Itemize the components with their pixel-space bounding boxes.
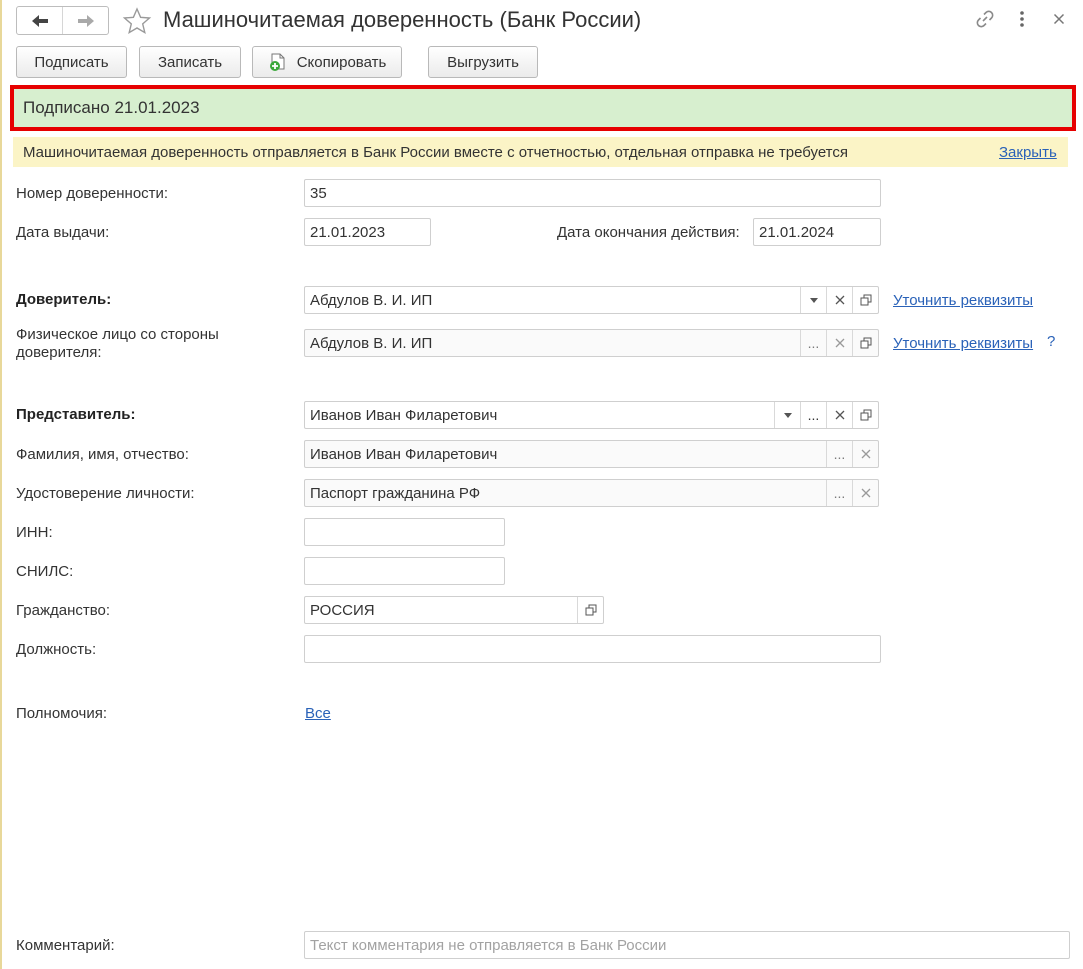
clear-icon	[861, 449, 870, 459]
export-button[interactable]: Выгрузить	[428, 46, 538, 78]
issue-date-value: 21.01.2023	[310, 223, 386, 241]
issue-date-label: Дата выдачи:	[16, 224, 110, 241]
principal-person-details-link[interactable]: Уточнить реквизиты	[893, 335, 1033, 352]
issue-date-field[interactable]: 21.01.2023	[304, 218, 431, 246]
principal-person-field[interactable]: Абдулов В. И. ИП ...	[304, 329, 879, 357]
more-icon	[1020, 11, 1024, 27]
help-icon[interactable]: ?	[1047, 333, 1055, 350]
signed-status-banner: Подписано 21.01.2023	[14, 89, 1072, 127]
representative-open-button[interactable]	[852, 402, 878, 428]
favorite-button[interactable]	[122, 7, 152, 35]
chevron-down-icon	[783, 412, 792, 418]
representative-dropdown-button[interactable]	[774, 402, 800, 428]
info-banner-text: Машиночитаемая доверенность отправляется…	[23, 143, 849, 161]
open-window-icon	[860, 294, 871, 306]
save-button[interactable]: Записать	[139, 46, 241, 78]
link-icon	[976, 10, 994, 28]
close-window-button[interactable]	[1048, 8, 1070, 30]
open-window-icon	[860, 337, 871, 349]
chevron-down-icon	[809, 297, 818, 303]
principal-clear-button[interactable]	[826, 287, 852, 313]
citizenship-label: Гражданство:	[16, 602, 111, 619]
representative-field[interactable]: Иванов Иван Филаретович ...	[304, 401, 879, 429]
arrow-right-icon	[77, 14, 94, 27]
principal-person-value: Абдулов В. И. ИП	[310, 334, 433, 352]
link-button[interactable]	[974, 8, 996, 30]
principal-details-link[interactable]: Уточнить реквизиты	[893, 292, 1033, 309]
fio-value: Иванов Иван Филаретович	[310, 445, 498, 463]
page-title: Машиночитаемая доверенность (Банк России…	[163, 7, 642, 32]
snils-field[interactable]	[304, 557, 505, 585]
star-icon	[122, 7, 152, 35]
principal-person-clear-button[interactable]	[826, 330, 852, 356]
fio-field[interactable]: Иванов Иван Филаретович ...	[304, 440, 879, 468]
number-value: 35	[310, 184, 327, 202]
snils-label: СНИЛС:	[16, 563, 74, 580]
arrow-left-icon	[31, 14, 48, 27]
clear-icon	[835, 295, 844, 305]
representative-select-button[interactable]: ...	[800, 402, 826, 428]
principal-value: Абдулов В. И. ИП	[310, 291, 433, 309]
id-document-select-button[interactable]: ...	[826, 480, 852, 506]
id-document-label: Удостоверение личности:	[16, 485, 195, 502]
clear-icon	[835, 338, 844, 348]
number-field[interactable]: 35	[304, 179, 881, 207]
fio-select-button[interactable]: ...	[826, 441, 852, 467]
end-date-label: Дата окончания действия:	[557, 224, 740, 241]
sign-button-label: Подписать	[34, 53, 109, 71]
principal-dropdown-button[interactable]	[800, 287, 826, 313]
copy-button[interactable]: Скопировать	[252, 46, 402, 78]
info-banner: Машиночитаемая доверенность отправляется…	[13, 137, 1068, 167]
comment-label: Комментарий:	[16, 937, 115, 954]
principal-person-select-button[interactable]: ...	[800, 330, 826, 356]
close-icon	[1053, 13, 1065, 25]
back-button[interactable]	[17, 7, 62, 34]
principal-person-open-button[interactable]	[852, 330, 878, 356]
inn-label: ИНН:	[16, 524, 53, 541]
principal-field[interactable]: Абдулов В. И. ИП	[304, 286, 879, 314]
position-label: Должность:	[16, 641, 97, 658]
principal-person-label: Физическое лицо со стороны доверителя:	[16, 326, 219, 361]
clear-icon	[861, 488, 870, 498]
principal-label: Доверитель:	[16, 291, 112, 308]
signed-status-text: Подписано 21.01.2023	[23, 98, 200, 117]
citizenship-value: РОССИЯ	[310, 601, 375, 619]
inn-field[interactable]	[304, 518, 505, 546]
end-date-value: 21.01.2024	[759, 223, 835, 241]
powers-link[interactable]: Все	[305, 705, 331, 722]
id-document-clear-button[interactable]	[852, 480, 878, 506]
id-document-value: Паспорт гражданина РФ	[310, 484, 481, 502]
clear-icon	[835, 410, 844, 420]
position-field[interactable]	[304, 635, 881, 663]
number-label: Номер доверенности:	[16, 185, 169, 202]
representative-value: Иванов Иван Филаретович	[310, 406, 498, 424]
citizenship-field[interactable]: РОССИЯ	[304, 596, 604, 624]
representative-label: Представитель:	[16, 406, 136, 423]
open-window-icon	[585, 604, 596, 616]
principal-open-button[interactable]	[852, 287, 878, 313]
end-date-field[interactable]: 21.01.2024	[753, 218, 881, 246]
citizenship-open-button[interactable]	[577, 597, 603, 623]
fio-label: Фамилия, имя, отчество:	[16, 446, 189, 463]
forward-button[interactable]	[62, 7, 108, 34]
sign-button[interactable]: Подписать	[16, 46, 127, 78]
navigation-group	[16, 6, 109, 35]
comment-field[interactable]: Текст комментария не отправляется в Банк…	[304, 931, 1070, 959]
comment-placeholder: Текст комментария не отправляется в Банк…	[310, 936, 667, 954]
id-document-field[interactable]: Паспорт гражданина РФ ...	[304, 479, 879, 507]
save-button-label: Записать	[157, 53, 223, 71]
powers-label: Полномочия:	[16, 705, 107, 722]
copy-document-icon	[269, 53, 285, 71]
representative-clear-button[interactable]	[826, 402, 852, 428]
open-window-icon	[860, 409, 871, 421]
fio-clear-button[interactable]	[852, 441, 878, 467]
close-info-link[interactable]: Закрыть	[999, 144, 1057, 161]
window-left-border	[0, 0, 2, 969]
more-menu-button[interactable]	[1011, 8, 1033, 30]
copy-button-label: Скопировать	[296, 53, 387, 71]
export-button-label: Выгрузить	[447, 53, 519, 71]
